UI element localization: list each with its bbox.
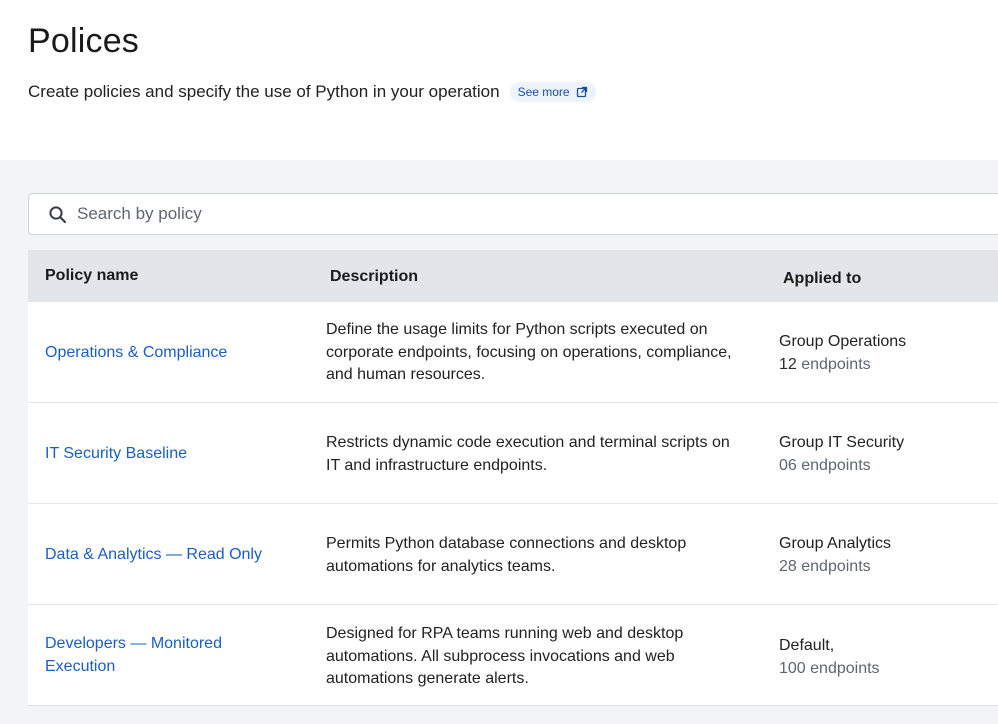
table-row: Developers — Monitored Execution Designe… (28, 605, 998, 706)
subtitle-row: Create policies and specify the use of P… (28, 82, 596, 102)
endpoint-count: 06 (779, 456, 797, 474)
see-more-link[interactable]: See more (509, 82, 596, 102)
policy-name-link[interactable]: Data & Analytics — Read Only (45, 544, 305, 567)
page-subtitle: Create policies and specify the use of P… (28, 82, 500, 101)
page-title: Polices (28, 22, 140, 60)
column-header-applied-to[interactable]: Applied to (783, 270, 861, 288)
search-icon (49, 206, 67, 224)
applied-to: Default, 100 endpoints (779, 635, 998, 680)
endpoint-unit: endpoints (801, 456, 871, 474)
external-link-icon (576, 86, 587, 98)
endpoint-unit: endpoints (801, 355, 871, 373)
policy-description: Designed for RPA teams running web and d… (326, 625, 684, 687)
content-area: Policy name Description Applied to Opera… (0, 160, 998, 724)
policies-table: Policy name Description Applied to Opera… (28, 250, 998, 706)
table-row: IT Security Baseline Restricts dynamic c… (28, 403, 998, 504)
endpoint-count: 100 (779, 659, 806, 677)
table-header: Policy name Description Applied to (28, 250, 998, 302)
table-row: Data & Analytics — Read Only Permits Pyt… (28, 504, 998, 605)
see-more-label: See more (517, 85, 570, 99)
policy-description: Restricts dynamic code execution and ter… (326, 434, 730, 474)
endpoint-count: 28 (779, 557, 797, 575)
endpoint-unit: endpoints (810, 659, 880, 677)
page-header: Polices Create policies and specify the … (0, 0, 998, 160)
applied-to: Group Operations 12 endpoints (779, 331, 998, 376)
applied-group: Default, (779, 637, 835, 654)
column-header-policy-name[interactable]: Policy name (45, 267, 138, 285)
search-input[interactable] (77, 194, 977, 234)
policy-description: Permits Python database connections and … (326, 535, 687, 575)
applied-to: Group Analytics 28 endpoints (779, 533, 998, 578)
endpoint-unit: endpoints (801, 557, 871, 575)
applied-to: Group IT Security 06 endpoints (779, 432, 998, 477)
column-header-description[interactable]: Description (330, 268, 418, 286)
endpoint-count: 12 (779, 355, 797, 373)
applied-group: Group Analytics (779, 535, 892, 552)
policy-description: Define the usage limits for Python scrip… (326, 321, 732, 383)
applied-group: Group Operations (779, 333, 907, 350)
policy-name-link[interactable]: Operations & Compliance (45, 342, 305, 365)
applied-group: Group IT Security (779, 434, 905, 451)
policy-name-link[interactable]: Developers — Monitored Execution (45, 633, 275, 678)
search-box (28, 193, 998, 235)
policy-name-link[interactable]: IT Security Baseline (45, 443, 305, 466)
table-row: Operations & Compliance Define the usage… (28, 302, 998, 403)
